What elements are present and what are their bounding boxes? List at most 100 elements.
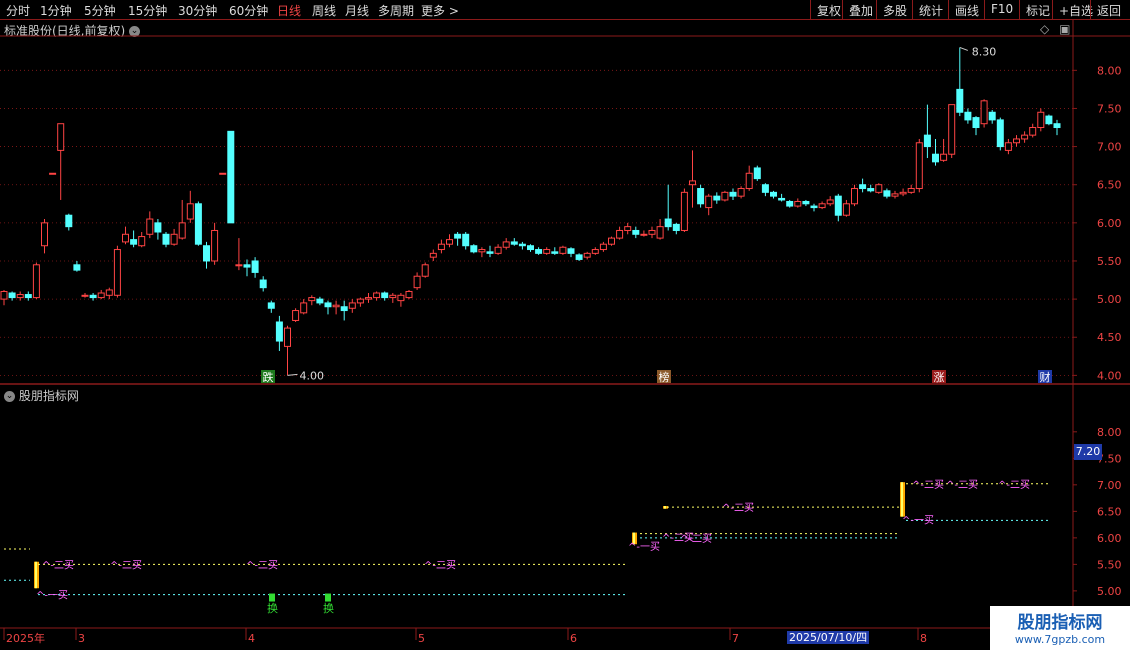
candle-body	[32, 264, 40, 299]
candle-body	[486, 251, 494, 254]
candle-body	[332, 304, 340, 308]
candle-body	[494, 246, 502, 254]
candle-body	[113, 249, 121, 296]
candle-body	[203, 245, 210, 262]
candle-body	[518, 243, 526, 247]
candle-body	[429, 252, 437, 258]
y-tick-label: 8.00	[1097, 64, 1122, 77]
candle-body	[1021, 134, 1029, 140]
candle-body	[8, 292, 16, 299]
candle-body	[826, 199, 834, 205]
y-tick-label: 5.00	[1097, 585, 1122, 598]
time-label: 5	[418, 632, 425, 645]
candle-body	[559, 246, 567, 254]
candle-body	[130, 239, 138, 245]
candle-body	[478, 249, 486, 253]
candle-body	[446, 239, 453, 245]
candle-body	[41, 222, 48, 247]
candle-body	[275, 321, 283, 342]
candle-body	[672, 223, 680, 231]
signal-bar-highlight	[35, 561, 37, 589]
candle-body	[729, 191, 737, 197]
candle-body	[65, 214, 73, 228]
candle-body	[899, 191, 907, 195]
candle-body	[842, 203, 850, 216]
signal-label: ^-二买	[246, 559, 278, 571]
time-label: 8	[920, 632, 927, 645]
candle-body	[705, 195, 713, 209]
candle-body	[122, 233, 129, 243]
signal-label: ^-一买	[628, 541, 660, 553]
time-label: 3	[78, 632, 85, 645]
y-tick-label: 7.00	[1097, 141, 1122, 154]
candle-body	[81, 294, 89, 297]
candle-body	[510, 241, 518, 245]
candle-body	[591, 249, 599, 254]
y-tick-label: 7.50	[1097, 102, 1122, 115]
candle-body	[267, 302, 275, 309]
candle-body	[300, 302, 308, 314]
candle-body	[697, 188, 705, 205]
candle-body	[381, 292, 389, 299]
candle-body	[437, 243, 445, 251]
candle-body	[219, 172, 227, 175]
y-tick-label: 6.50	[1097, 179, 1122, 192]
candle-body	[599, 243, 607, 251]
candle-body	[851, 188, 858, 205]
candle-body	[1004, 142, 1012, 151]
signal-label: ^-二买	[722, 502, 754, 514]
candle-body	[778, 197, 786, 201]
candle-body	[292, 310, 300, 321]
candle-body	[1013, 138, 1020, 144]
signal-label: ^-二买	[680, 533, 712, 545]
y-tick-label: 6.00	[1097, 532, 1122, 545]
candle-body	[883, 190, 891, 197]
candle-body	[818, 203, 826, 209]
y-tick-label: 4.50	[1097, 331, 1122, 344]
candle-body	[527, 245, 534, 251]
high-pointer	[959, 46, 968, 51]
candle-body	[146, 218, 154, 235]
candle-body	[632, 229, 640, 235]
candle-body	[648, 229, 656, 235]
y-tick-label: 8.00	[1097, 426, 1122, 439]
signal-bar-highlight	[664, 506, 666, 509]
candle-body	[567, 248, 575, 254]
candle-body	[170, 233, 178, 245]
candle-body	[834, 195, 842, 216]
chart-canvas[interactable]: 8.00 7.50 7.00 6.50 6.00 5.50 5.00 4.50 4.00 8.30…	[0, 0, 1130, 650]
change-label: 换	[267, 601, 278, 615]
signal-label: ^-二买	[998, 479, 1030, 491]
main-price-axis: 8.00 7.50 7.00 6.50 6.00 5.50 5.00 4.50 4.00 8.30…	[261, 45, 1122, 384]
change-marker	[269, 593, 275, 602]
candle-body	[0, 290, 8, 300]
candle-body	[373, 292, 381, 299]
signal-label: ^-二买	[946, 479, 978, 491]
event-marker-label: 跌	[263, 370, 274, 384]
candle-body	[1037, 111, 1045, 129]
y-tick-label: 4.00	[1097, 369, 1122, 382]
candle-body	[235, 264, 243, 267]
candle-body	[308, 297, 316, 302]
cursor-date-tag: 2025/07/10/四	[787, 631, 870, 644]
candle-body	[348, 302, 356, 309]
candle-body	[259, 279, 267, 289]
candle-body	[154, 222, 162, 233]
candle-body	[389, 294, 397, 299]
candle-body	[859, 184, 867, 190]
watermark-title: 股朋指标网	[1017, 613, 1103, 633]
candle-body	[243, 264, 251, 268]
change-marker	[325, 593, 331, 602]
signal-bar-highlight	[901, 482, 903, 517]
candle-body	[413, 275, 421, 289]
y-tick-label: 7.00	[1097, 479, 1122, 492]
candle-body	[640, 233, 648, 236]
candle-body	[57, 123, 65, 151]
candle-body	[211, 229, 219, 262]
candle-body	[996, 119, 1004, 148]
candle-body	[583, 252, 591, 258]
candle-body	[794, 200, 802, 207]
candle-body	[365, 297, 372, 300]
candle-body	[810, 205, 818, 209]
candle-body	[770, 191, 777, 197]
